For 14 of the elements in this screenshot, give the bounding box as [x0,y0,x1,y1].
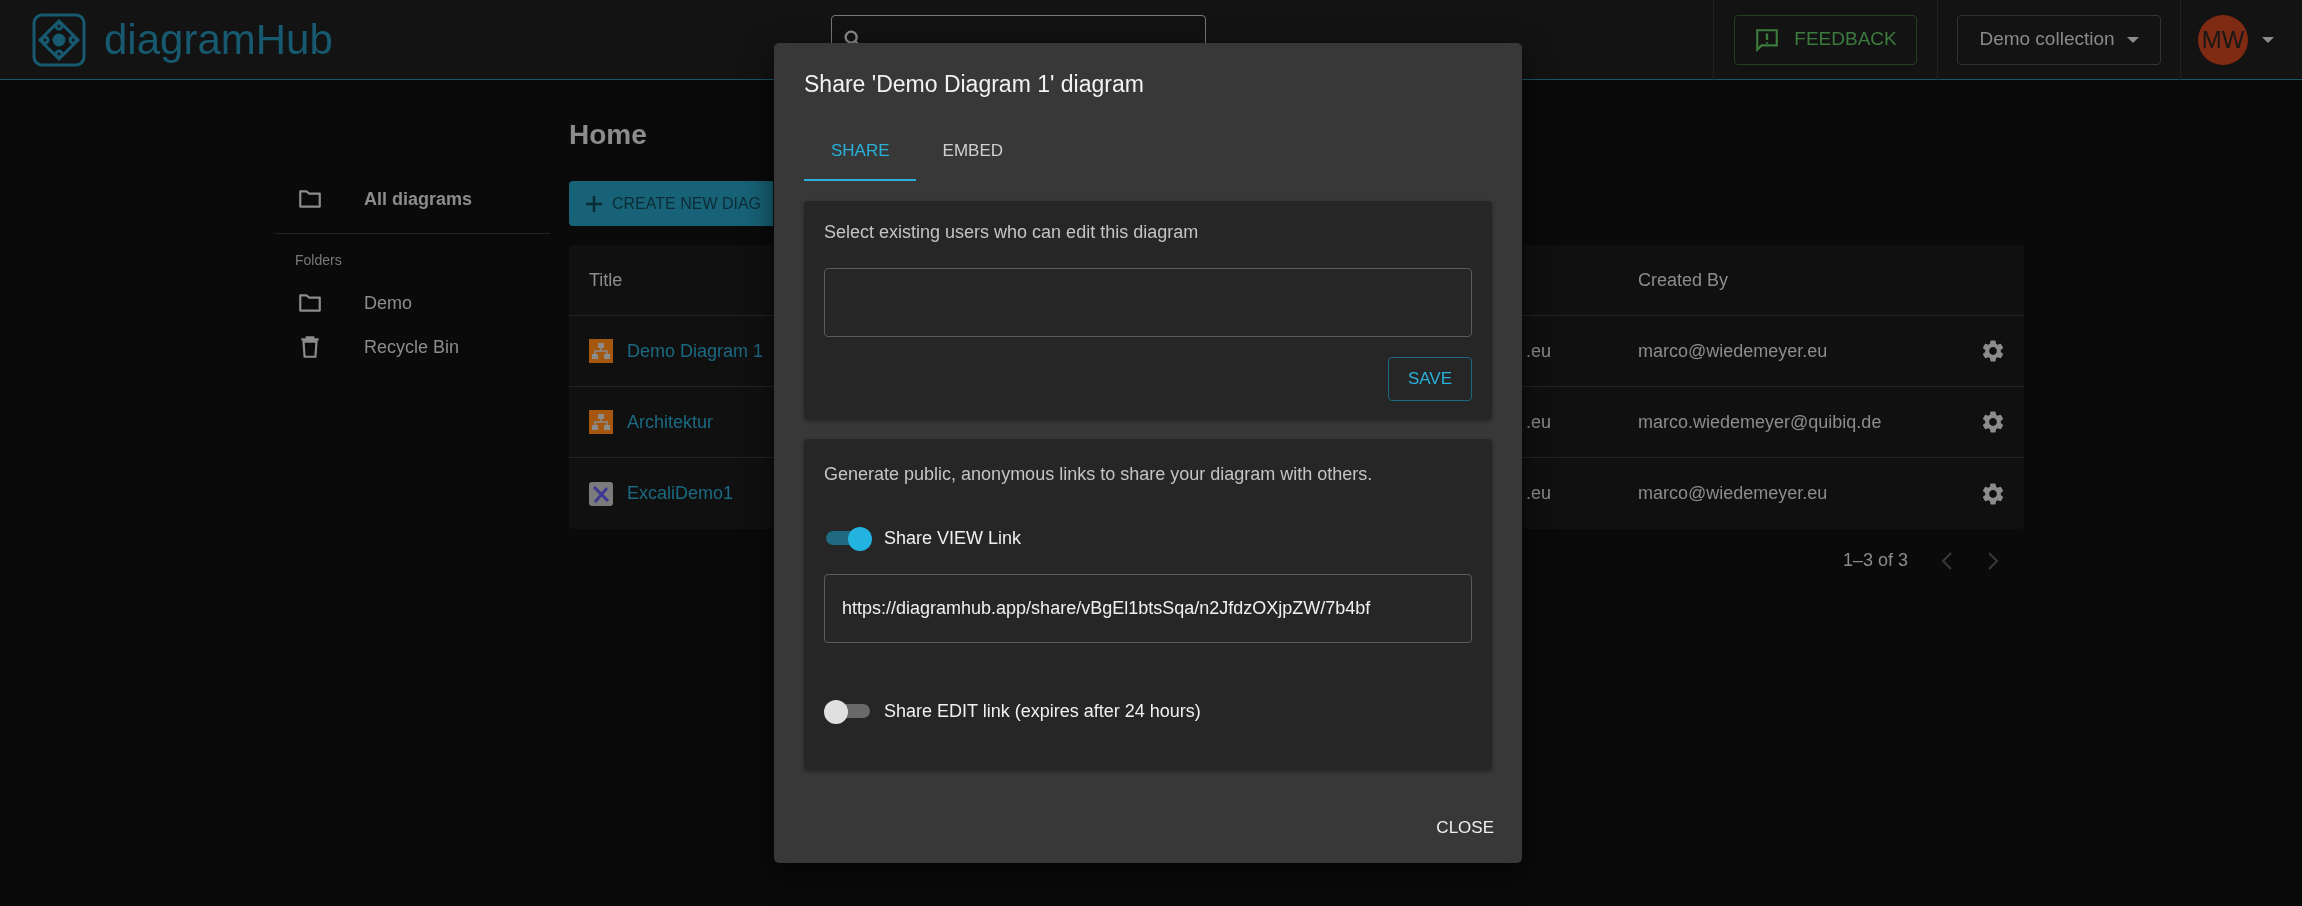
section-text: Select existing users who can edit this diagram [824,221,1200,244]
toggle-label: Share EDIT link (expires after 24 hours) [884,699,1201,723]
dialog-title: Share 'Demo Diagram 1' diagram [804,70,1145,99]
section-text: Generate public, anonymous links to share your diagram with others. [824,463,1374,486]
pagination-label: 1–3 of 3 [1842,549,1908,572]
table-cell: marco.wiedemeyer@quibiq.de [1638,411,1882,432]
toggle-label: Share VIEW Link [884,526,1022,550]
table-cell: .eu [1526,411,1552,432]
table-cell: marco@wiedemeyer.eu [1638,483,1828,503]
section-label: Folders [294,251,343,270]
table-cell: .eu [1526,340,1552,361]
page-title: Home [569,118,647,152]
table-cell: .eu [1526,483,1552,503]
table-cell: marco@wiedemeyer.eu [1638,340,1828,361]
